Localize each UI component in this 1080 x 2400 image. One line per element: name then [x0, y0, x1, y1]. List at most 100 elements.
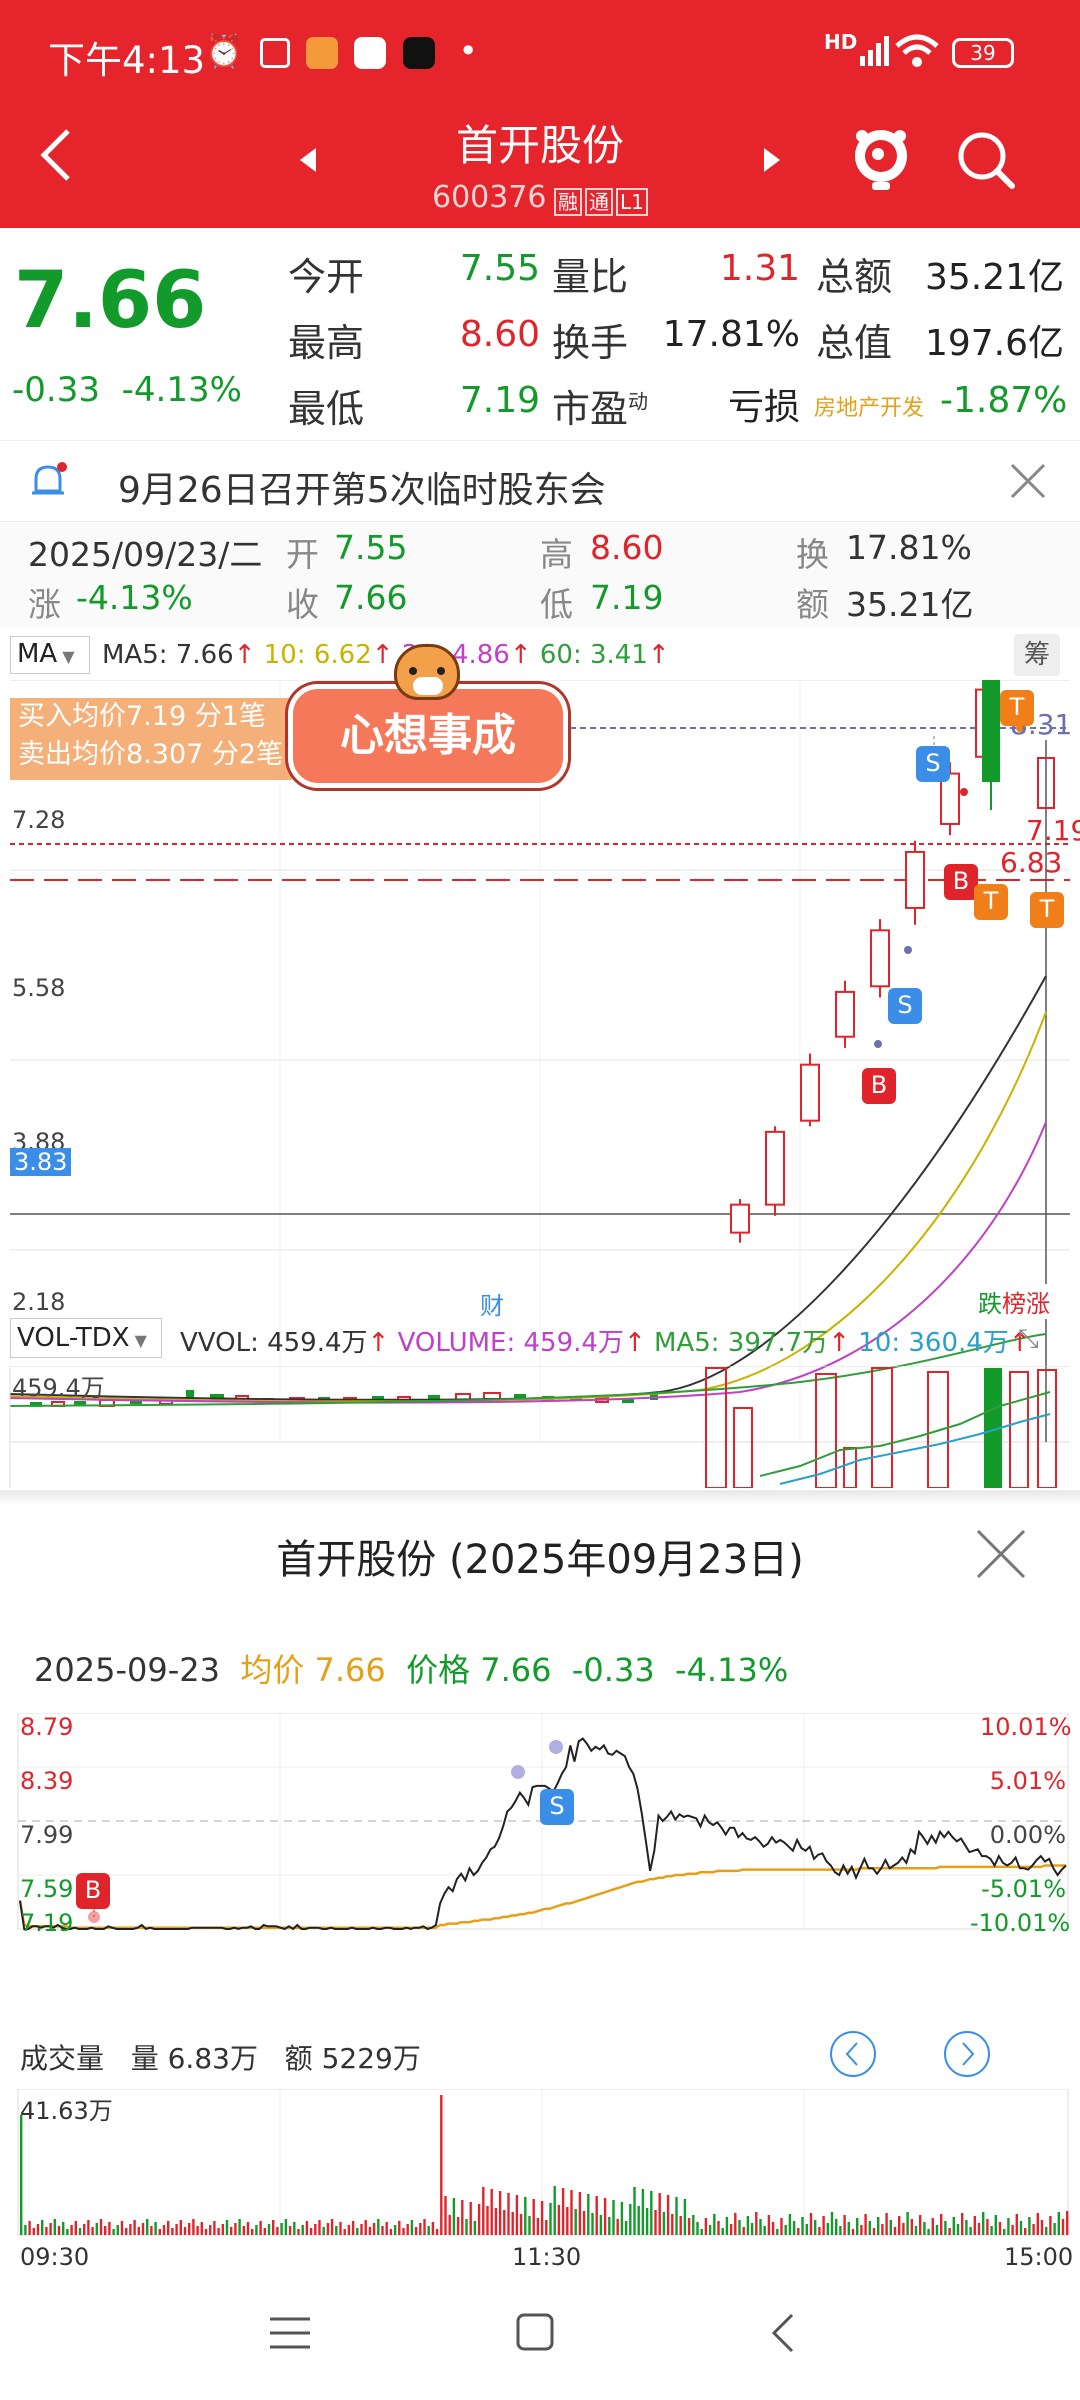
- volume-bar: [24, 2225, 27, 2235]
- menu-icon[interactable]: [266, 2313, 314, 2357]
- marker-t-3[interactable]: T: [1030, 892, 1064, 928]
- volume-bar: [528, 2216, 531, 2235]
- ranking-tags[interactable]: 跌榜涨: [978, 1284, 1050, 1319]
- trade-sell-avg: 卖出均价8.307 分2笔: [18, 739, 284, 770]
- marker-sell-2[interactable]: S: [888, 988, 922, 1024]
- volume-bar: [540, 2201, 544, 2235]
- volume-bar: [356, 2228, 359, 2235]
- volume-bar: [750, 2223, 754, 2235]
- vol-money: 额 5229万: [284, 2042, 421, 2075]
- prev-day-icon[interactable]: [828, 2029, 878, 2083]
- finance-marker[interactable]: 财: [480, 1286, 504, 1321]
- iy-right-3: -5.01%: [981, 1875, 1066, 1903]
- marker-t-1[interactable]: T: [1000, 690, 1034, 726]
- label-pe-text: 市盈: [552, 387, 629, 431]
- iy-left-0: 8.79: [20, 1713, 74, 1741]
- volume-bar: [742, 2227, 745, 2235]
- candle: [835, 990, 855, 1038]
- volume-bar: [893, 2227, 897, 2235]
- intraday-price-chart: [17, 1713, 1069, 1931]
- volume-bar: [141, 2223, 145, 2235]
- day-chg-label: 涨: [28, 585, 61, 624]
- volume-bar: [1036, 2213, 1039, 2235]
- marker-buy-2[interactable]: B: [944, 864, 978, 900]
- prev-stock-icon[interactable]: [296, 146, 320, 178]
- volume-bar: [671, 2214, 674, 2235]
- notice-bar[interactable]: 9月26日召开第5次临时股东会: [0, 440, 1080, 522]
- iy-right-1: 5.01%: [989, 1767, 1066, 1795]
- volume-bar: [490, 2189, 493, 2235]
- back-icon[interactable]: [36, 125, 76, 189]
- volume-bar: [679, 2216, 682, 2235]
- next-stock-icon[interactable]: [760, 146, 784, 178]
- volume-bar: [910, 2219, 913, 2235]
- current-price: 7.66: [14, 256, 207, 346]
- volume-bar: [423, 2219, 426, 2235]
- volume-bar: [183, 2227, 187, 2235]
- volume-bar: [503, 2210, 506, 2235]
- volume-bar: [343, 2229, 346, 2235]
- volume-bar: [557, 2205, 561, 2235]
- volume-bar: [809, 2213, 813, 2235]
- marker-buy-1[interactable]: B: [862, 1068, 896, 1104]
- time-mid: 11:30: [512, 2243, 582, 2271]
- volume-bar: [734, 2213, 737, 2235]
- volume-bar: [1019, 2221, 1023, 2235]
- volume-bar: [713, 2214, 716, 2235]
- search-icon[interactable]: [956, 130, 1016, 194]
- nav-back-icon[interactable]: [768, 2311, 798, 2359]
- volume-bar: [57, 2226, 61, 2235]
- volume-bar: [645, 2208, 649, 2235]
- volume-bar: [87, 2220, 90, 2235]
- expand-icon[interactable]: ⤡: [1018, 1324, 1039, 1355]
- sector-label[interactable]: 房地产开发: [814, 390, 924, 422]
- volume-bar: [188, 2223, 191, 2235]
- volume-bar: [587, 2194, 590, 2235]
- volume-bar: [708, 2225, 712, 2235]
- volume-bar: [473, 2221, 477, 2235]
- volume-bar: [662, 2212, 666, 2235]
- volume-bar: [940, 2214, 943, 2235]
- close-icon[interactable]: [1008, 461, 1048, 505]
- marker-t-2[interactable]: T: [974, 884, 1008, 920]
- stock-badges: 融通 L1: [554, 186, 648, 216]
- ma-select[interactable]: MA ▼: [10, 636, 90, 674]
- next-day-icon[interactable]: [942, 2029, 992, 2083]
- volume-bar: [948, 2228, 951, 2235]
- chip-button[interactable]: 筹: [1014, 634, 1060, 676]
- bell-icon: [28, 461, 70, 507]
- candle: [765, 1130, 785, 1206]
- volume-bar: [339, 2222, 342, 2235]
- home-icon[interactable]: [514, 2311, 558, 2359]
- volume-bar: [91, 2227, 94, 2235]
- volume-bar: [431, 2222, 435, 2235]
- mascot-icon[interactable]: [850, 126, 912, 196]
- volume-bar: [272, 2220, 275, 2235]
- kline-chart[interactable]: MA ▼ MA5: 7.66↑ 10: 6.62↑ 20: 4.86↑ 60: …: [0, 628, 1080, 1488]
- label-volume-ratio: 量比: [552, 255, 629, 299]
- iy-left-1: 8.39: [20, 1767, 74, 1795]
- intraday-sell-marker[interactable]: S: [540, 1789, 574, 1825]
- ma60-legend: 60: 3.41: [539, 640, 648, 670]
- volume-bar: [986, 2219, 989, 2235]
- sheet-close-icon[interactable]: [974, 1527, 1028, 1585]
- volume-bar: [297, 2229, 300, 2235]
- volume-bar: [872, 2228, 876, 2235]
- change-value: -0.33: [12, 370, 100, 410]
- marker-sell-1[interactable]: S: [916, 746, 950, 782]
- trade-info-box[interactable]: 买入均价7.19 分1笔 卖出均价8.307 分2笔: [10, 698, 292, 780]
- stock-code: 600376: [432, 180, 547, 215]
- volume-bar: [927, 2229, 930, 2235]
- volume-bar: [175, 2224, 178, 2235]
- volume-bar: [66, 2229, 69, 2235]
- volume-bar: [120, 2221, 124, 2235]
- vol-select[interactable]: VOL-TDX ▼: [10, 1318, 162, 1358]
- volume-bar: [696, 2222, 699, 2235]
- ma-select-label: MA: [17, 639, 58, 669]
- volume-bar: [818, 2227, 821, 2235]
- intraday-buy-marker[interactable]: B: [76, 1873, 110, 1909]
- network-label: HD: [824, 30, 858, 54]
- value-open: 7.55: [459, 248, 540, 289]
- volume-bar: [616, 2219, 619, 2235]
- volume-bar: [372, 2223, 376, 2235]
